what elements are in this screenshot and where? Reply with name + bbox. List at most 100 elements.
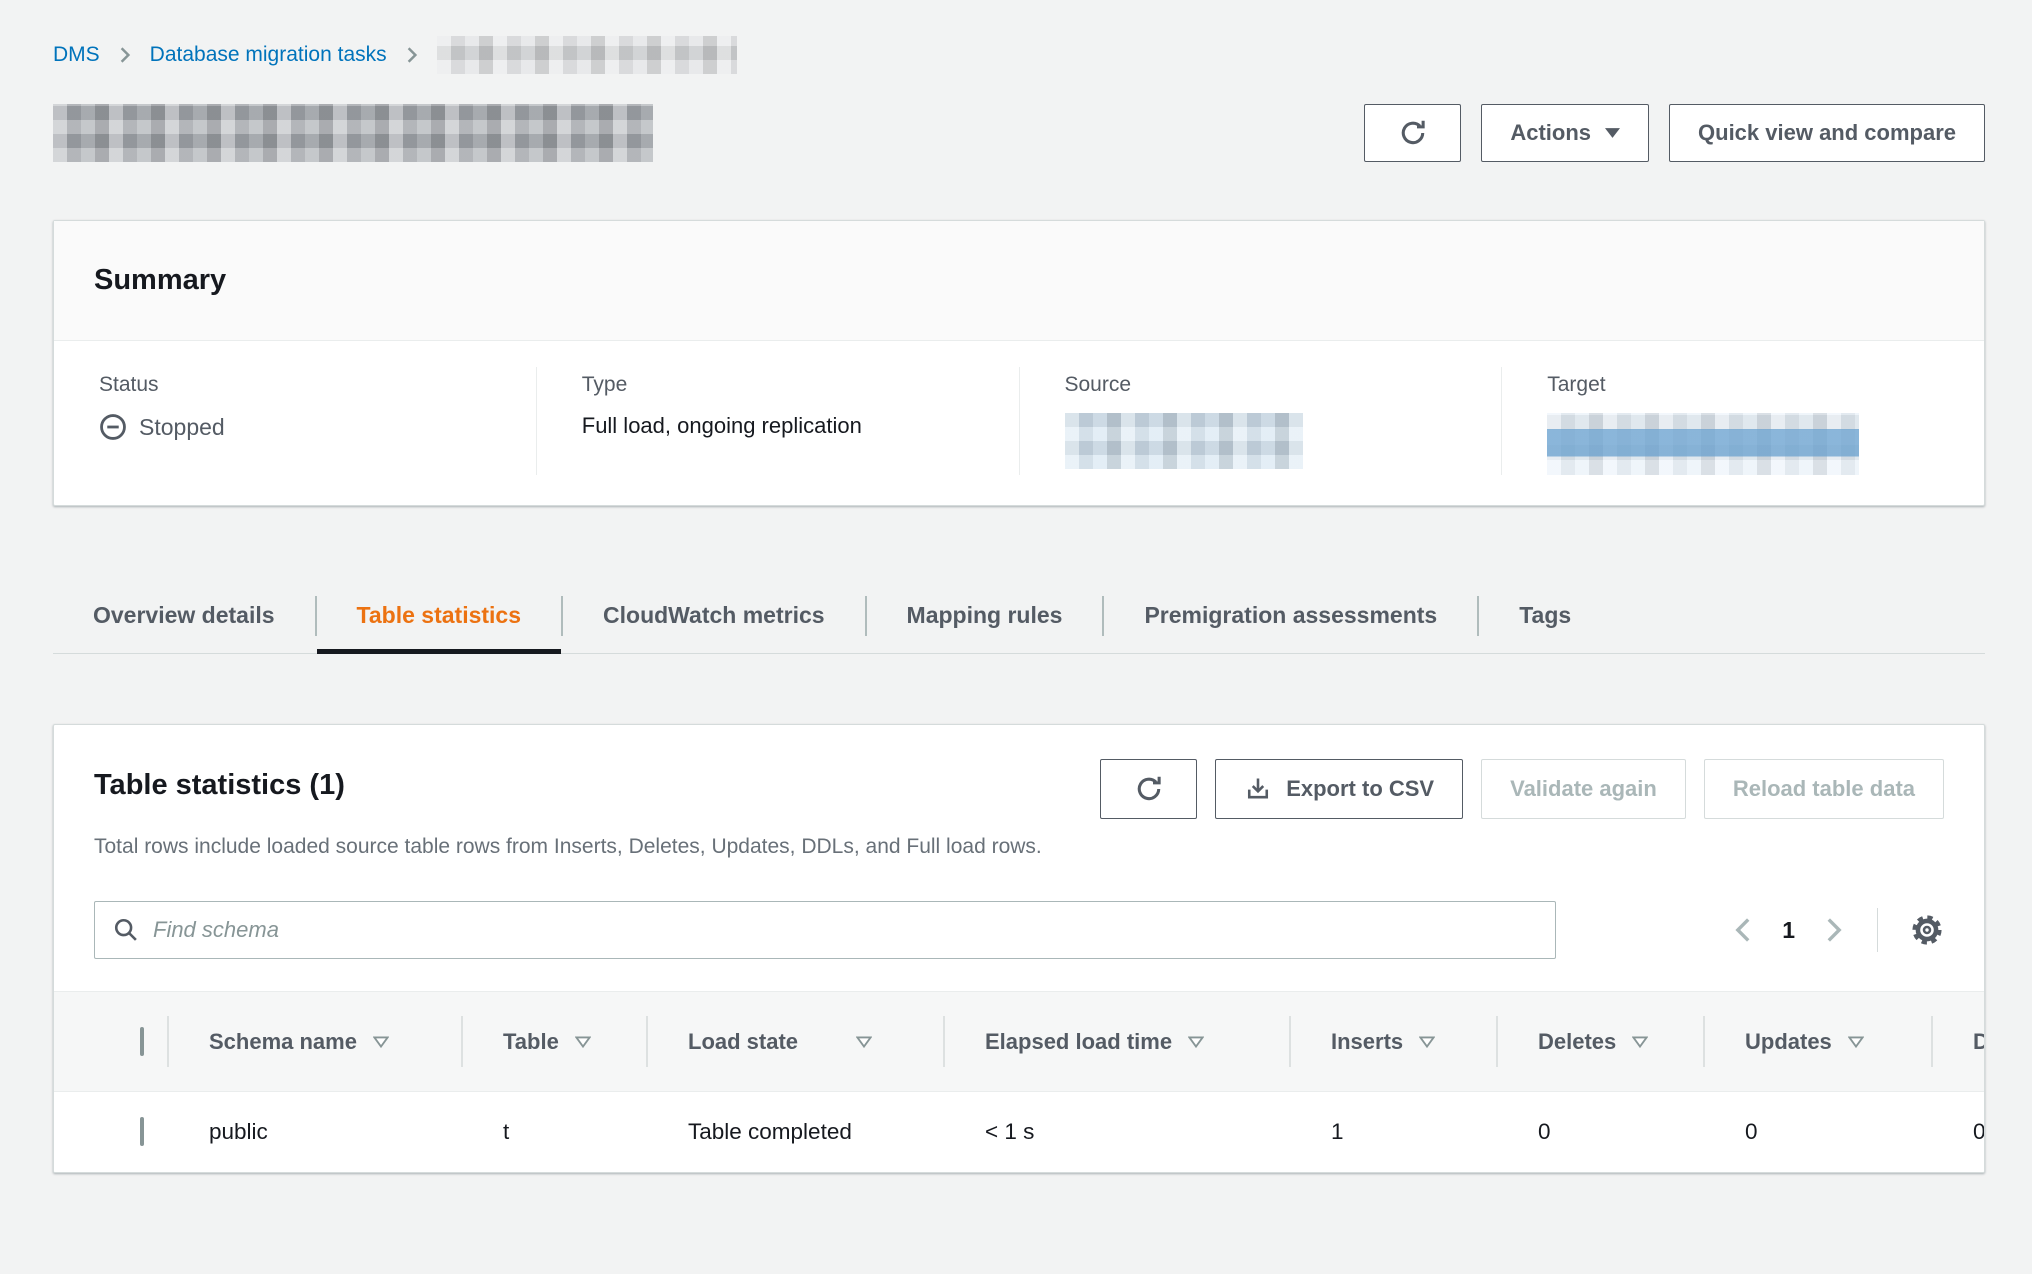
table-statistics-table: Schema name Table [54, 991, 1985, 1172]
cell-schema-name: public [167, 1092, 461, 1172]
cell-updates: 0 [1703, 1092, 1931, 1172]
table-statistics-actions: Export to CSV Validate again Reload tabl… [1100, 759, 1944, 819]
validate-again-button[interactable]: Validate again [1481, 759, 1686, 819]
table-statistics-header: Table statistics (1) [94, 759, 1944, 819]
schema-search [94, 901, 1556, 959]
column-label: Table [503, 1029, 559, 1055]
filter-row: 1 [94, 901, 1944, 959]
summary-card-header: Summary [54, 221, 1984, 341]
type-label: Type [582, 373, 999, 397]
sort-icon[interactable] [1848, 1036, 1864, 1048]
download-icon [1244, 775, 1272, 803]
quick-view-label: Quick view and compare [1698, 120, 1956, 146]
source-label: Source [1065, 373, 1482, 397]
row-checkbox[interactable] [140, 1117, 144, 1146]
cell-load-state: Table completed [646, 1092, 943, 1172]
actions-button[interactable]: Actions [1481, 104, 1649, 162]
table-statistics-card: Table statistics (1) [53, 724, 1985, 1173]
column-label: Deletes [1538, 1029, 1616, 1055]
column-header-updates[interactable]: Updates [1703, 992, 1931, 1092]
tab-cloudwatch-metrics[interactable]: CloudWatch metrics [563, 578, 865, 653]
export-to-csv-button[interactable]: Export to CSV [1215, 759, 1463, 819]
target-label: Target [1547, 373, 1964, 397]
reload-table-data-button[interactable]: Reload table data [1704, 759, 1944, 819]
table-settings-button[interactable] [1910, 913, 1944, 947]
sort-icon[interactable] [575, 1036, 591, 1048]
validate-label: Validate again [1510, 776, 1657, 802]
summary-field-status: Status Stopped [54, 367, 536, 475]
gear-icon [1910, 913, 1944, 947]
dms-task-page: DMS Database migration tasks [0, 0, 2032, 1274]
circle-minus-icon [99, 413, 127, 441]
column-header-table[interactable]: Table [461, 992, 646, 1092]
current-page-number[interactable]: 1 [1782, 917, 1795, 944]
summary-field-source: Source [1019, 367, 1502, 475]
table-row: public t Table completed < 1 s 1 0 0 0 [54, 1092, 1985, 1172]
refresh-button[interactable] [1364, 104, 1461, 162]
export-label: Export to CSV [1286, 776, 1434, 802]
page-header: Actions Quick view and compare [53, 104, 1985, 162]
table-statistics-title: Table statistics (1) [94, 759, 345, 802]
table-refresh-button[interactable] [1100, 759, 1197, 819]
tab-premigration-assessments[interactable]: Premigration assessments [1104, 578, 1477, 653]
summary-title: Summary [94, 264, 226, 297]
cell-inserts: 1 [1289, 1092, 1496, 1172]
column-label: Updates [1745, 1029, 1832, 1055]
next-page-button[interactable] [1823, 917, 1845, 943]
table-statistics-table-wrap: Schema name Table [54, 991, 1984, 1172]
column-label: Inserts [1331, 1029, 1403, 1055]
column-header-load-state[interactable]: Load state [646, 992, 943, 1092]
chevron-right-icon [403, 46, 421, 64]
cell-deletes: 0 [1496, 1092, 1703, 1172]
target-value-redacted[interactable] [1547, 413, 1859, 475]
column-header-ddls[interactable]: DDLs [1931, 992, 1985, 1092]
refresh-icon [1397, 117, 1429, 149]
summary-card: Summary Status Stopped [53, 220, 1985, 506]
summary-grid: Status Stopped Type Full load, ongoing [54, 341, 1984, 505]
chevron-right-icon [116, 46, 134, 64]
search-icon [113, 917, 139, 943]
task-tabs: Overview details Table statistics CloudW… [53, 578, 1985, 654]
table-statistics-description: Total rows include loaded source table r… [94, 835, 1944, 859]
sort-icon[interactable] [856, 1036, 872, 1048]
actions-button-label: Actions [1510, 120, 1591, 146]
sort-icon[interactable] [1632, 1036, 1648, 1048]
tab-tags[interactable]: Tags [1479, 578, 1611, 653]
summary-field-target: Target [1501, 367, 1984, 475]
column-label: Schema name [209, 1029, 357, 1055]
tab-mapping-rules[interactable]: Mapping rules [867, 578, 1103, 653]
status-value: Stopped [99, 413, 516, 441]
tab-table-statistics[interactable]: Table statistics [317, 578, 561, 653]
column-header-elapsed-load-time[interactable]: Elapsed load time [943, 992, 1289, 1092]
table-header-row: Schema name Table [54, 992, 1985, 1092]
column-header-deletes[interactable]: Deletes [1496, 992, 1703, 1092]
previous-page-button[interactable] [1732, 917, 1754, 943]
pagination-divider [1877, 908, 1878, 952]
breadcrumb-task-name-redacted [437, 36, 737, 74]
status-label: Status [99, 373, 516, 397]
tab-overview-details[interactable]: Overview details [53, 578, 315, 653]
status-text: Stopped [139, 414, 225, 441]
type-value: Full load, ongoing replication [582, 413, 999, 439]
breadcrumb: DMS Database migration tasks [53, 0, 1985, 74]
column-header-inserts[interactable]: Inserts [1289, 992, 1496, 1092]
sort-icon[interactable] [1419, 1036, 1435, 1048]
breadcrumb-link-dms[interactable]: DMS [53, 43, 100, 67]
source-value-redacted[interactable] [1065, 413, 1303, 469]
quick-view-compare-button[interactable]: Quick view and compare [1669, 104, 1985, 162]
caret-down-icon [1605, 128, 1620, 138]
column-header-schema-name[interactable]: Schema name [167, 992, 461, 1092]
column-label: DDLs [1973, 1029, 1985, 1055]
sort-icon[interactable] [1188, 1036, 1204, 1048]
sort-icon[interactable] [373, 1036, 389, 1048]
cell-table: t [461, 1092, 646, 1172]
cell-elapsed-load-time: < 1 s [943, 1092, 1289, 1172]
header-actions: Actions Quick view and compare [1364, 104, 1985, 162]
column-label: Elapsed load time [985, 1029, 1172, 1055]
breadcrumb-link-tasks[interactable]: Database migration tasks [150, 43, 387, 67]
find-schema-input[interactable] [153, 917, 1537, 943]
column-label: Load state [688, 1029, 798, 1055]
cell-ddls: 0 [1931, 1092, 1985, 1172]
pagination: 1 [1732, 908, 1944, 952]
select-all-checkbox[interactable] [140, 1027, 144, 1056]
